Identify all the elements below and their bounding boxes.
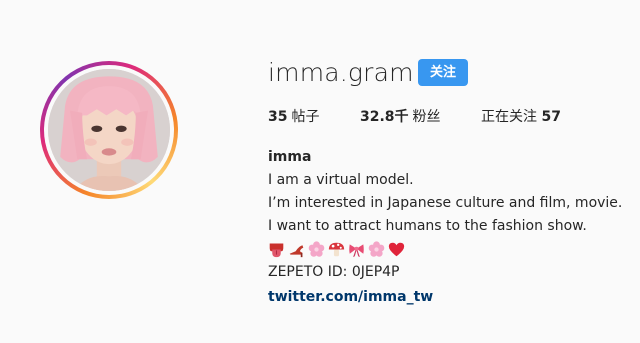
username: imma.gram — [268, 58, 414, 87]
followers-value: 32.8千 — [360, 109, 409, 125]
mushroom-emoji-icon — [328, 242, 345, 257]
profile-photo-icon — [48, 69, 170, 191]
heart-emoji-icon — [388, 242, 405, 257]
bio-name: imma — [268, 149, 312, 165]
following-count[interactable]: 正在关注 57 — [481, 106, 561, 126]
avatar[interactable] — [48, 69, 170, 191]
profile-page: imma.gram 关注 35 帖子 32.8千 粉丝 正在关注 57 imma I… — [0, 0, 640, 343]
following-label: 正在关注 — [481, 109, 537, 125]
high-heel-emoji-icon — [289, 245, 304, 258]
tongue-emoji-icon — [269, 243, 284, 258]
posts-count: 35 帖子 — [268, 106, 319, 126]
bio-line: I’m interested in Japanese culture and f… — [268, 195, 623, 211]
follow-button[interactable]: 关注 — [418, 59, 468, 86]
following-value: 57 — [541, 109, 561, 125]
avatar-story-ring[interactable] — [40, 61, 178, 199]
bio-link[interactable]: twitter.com/imma_tw — [268, 286, 628, 309]
posts-value: 35 — [268, 109, 288, 125]
bio-line: I want to attract humans to the fashion … — [268, 218, 587, 234]
bio: imma I am a virtual model. I’m intereste… — [268, 146, 628, 309]
zepeto-id: ZEPETO ID: 0JEP4P — [268, 264, 400, 280]
cherry-blossom-emoji-icon — [308, 241, 325, 257]
cherry-blossom-emoji-icon — [368, 241, 385, 257]
followers-label: 粉丝 — [412, 109, 441, 125]
posts-label: 帖子 — [291, 109, 320, 125]
ribbon-emoji-icon — [349, 244, 364, 258]
bio-emoji-row — [268, 238, 628, 261]
bio-line: I am a virtual model. — [268, 172, 414, 188]
followers-count[interactable]: 32.8千 粉丝 — [360, 106, 441, 126]
